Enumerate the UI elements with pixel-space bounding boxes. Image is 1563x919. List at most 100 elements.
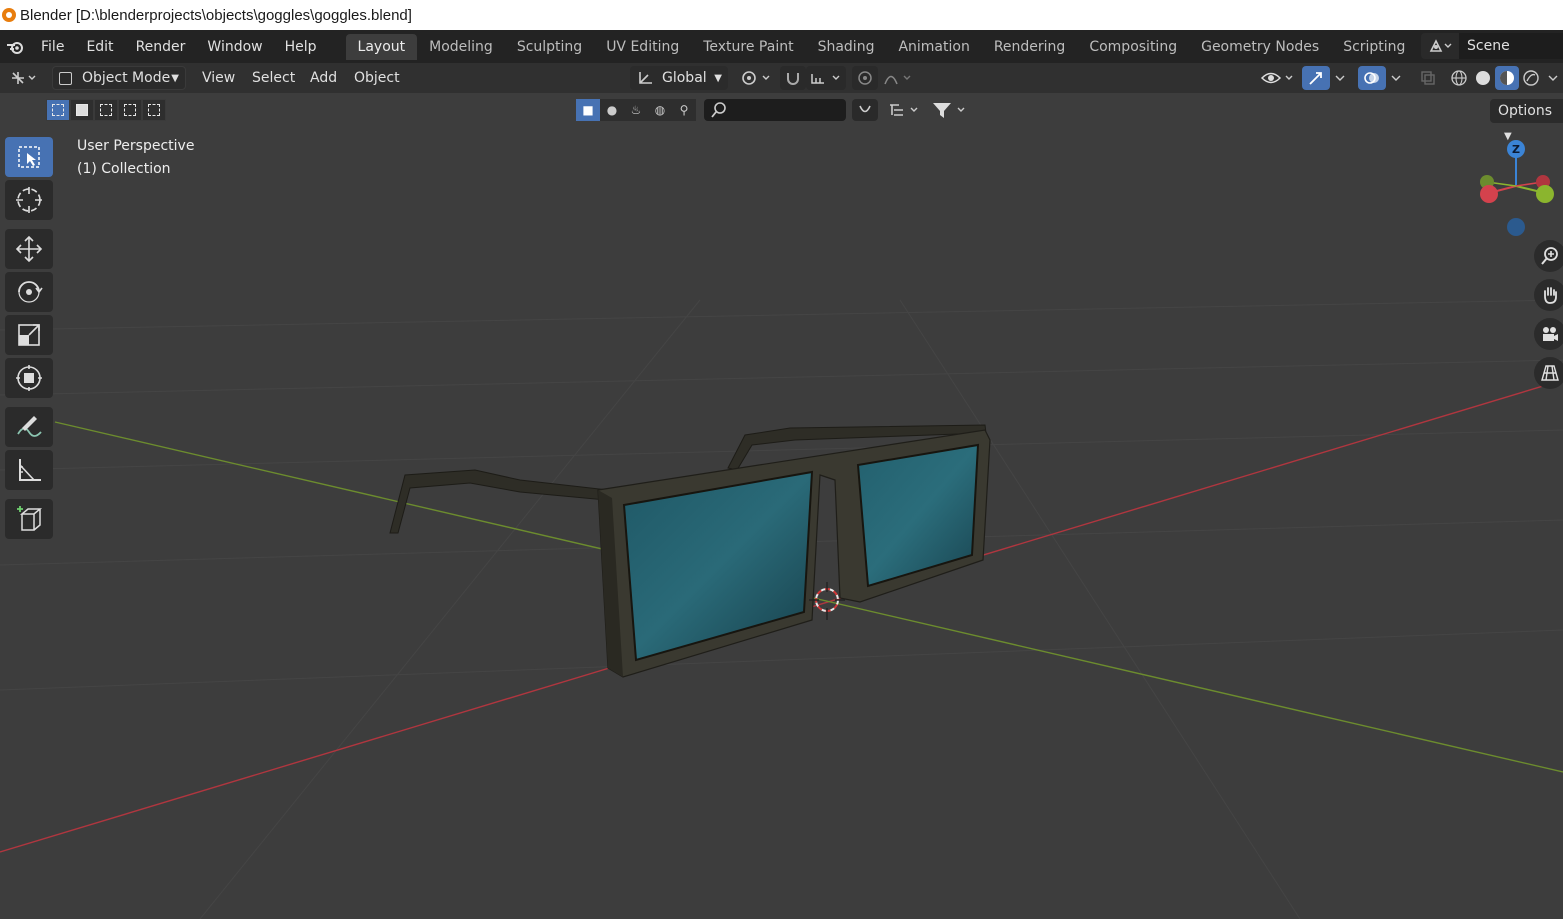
tab-shading[interactable]: Shading xyxy=(806,34,887,60)
transform-icon xyxy=(16,365,42,391)
mode-selector[interactable]: Object Mode ▼ xyxy=(52,66,186,90)
pivot-point-button[interactable] xyxy=(736,66,776,90)
navigation-gizmo[interactable]: Z xyxy=(1474,138,1563,238)
menu-edit[interactable]: Edit xyxy=(75,33,124,61)
search-icon xyxy=(711,101,726,118)
tab-texture-paint[interactable]: Texture Paint xyxy=(691,34,805,60)
perspective-grid-icon[interactable] xyxy=(1534,357,1563,389)
add-cube-icon xyxy=(17,506,43,531)
cursor-tool[interactable] xyxy=(5,180,53,220)
3d-viewport[interactable]: User Perspective (1) Collection xyxy=(0,93,1563,919)
tab-geometry-nodes[interactable]: Geometry Nodes xyxy=(1189,34,1331,60)
zoom-icon[interactable] xyxy=(1534,240,1563,272)
header-menu-view[interactable]: View xyxy=(202,63,235,93)
rendered-shading-icon[interactable] xyxy=(1519,66,1543,90)
tab-animation[interactable]: Animation xyxy=(886,34,981,60)
proportional-editing-icon[interactable] xyxy=(852,66,878,90)
measure-tool[interactable] xyxy=(5,450,53,490)
select-new-icon[interactable] xyxy=(46,99,70,121)
tab-sculpting[interactable]: Sculpting xyxy=(505,34,594,60)
tool-shelf xyxy=(5,137,55,542)
chevron-down-icon[interactable] xyxy=(1386,66,1406,90)
options-button[interactable]: Options ▼ xyxy=(1490,99,1563,142)
mesh-filter-icon[interactable]: ■ xyxy=(576,99,600,121)
move-tool[interactable] xyxy=(5,229,53,269)
gizmo-z-label: Z xyxy=(1512,143,1520,156)
chevron-down-icon: ▼ xyxy=(714,72,722,84)
scene-selector[interactable]: Scene xyxy=(1421,33,1563,59)
select-extend-icon[interactable] xyxy=(70,99,94,121)
wireframe-shading-icon[interactable] xyxy=(1447,66,1471,90)
header-menu-select[interactable]: Select xyxy=(252,63,295,93)
rotate-tool[interactable] xyxy=(5,272,53,312)
transform-orientation-selector[interactable]: Global ▼ xyxy=(630,66,728,90)
menu-help[interactable]: Help xyxy=(274,33,328,61)
snap-toggle-icon[interactable] xyxy=(780,66,806,90)
add-cube-tool[interactable] xyxy=(5,499,53,539)
orientation-label: Global xyxy=(662,70,707,86)
menu-file[interactable]: File xyxy=(30,33,75,61)
mode-label: Object Mode xyxy=(82,70,171,86)
perspective-label: User Perspective xyxy=(77,138,195,154)
workspace-tabs: Layout Modeling Sculpting UV Editing Tex… xyxy=(345,33,1439,61)
visibility-button[interactable] xyxy=(1258,66,1298,90)
move-icon xyxy=(15,235,43,263)
chevron-down-icon[interactable] xyxy=(1544,66,1562,90)
tab-scripting[interactable]: Scripting xyxy=(1331,34,1417,60)
tab-modeling[interactable]: Modeling xyxy=(417,34,505,60)
falloff-button[interactable] xyxy=(880,66,916,90)
window-title: Blender [D:\blenderprojects\objects\gogg… xyxy=(20,6,412,24)
scene-icon[interactable] xyxy=(1421,33,1459,59)
tab-uv-editing[interactable]: UV Editing xyxy=(594,34,691,60)
overlays-toggle-icon[interactable] xyxy=(1358,66,1386,90)
armature-filter-icon[interactable]: ⚲ xyxy=(672,99,696,121)
top-bar: File Edit Render Window Help Layout Mode… xyxy=(0,30,1563,63)
gizmo-y-axis[interactable] xyxy=(1536,185,1554,203)
material-preview-shading-icon[interactable] xyxy=(1495,66,1519,90)
magnet-icon[interactable] xyxy=(852,99,878,121)
scene-name-field[interactable]: Scene xyxy=(1459,33,1563,59)
particles-filter-icon[interactable]: ♨ xyxy=(624,99,648,121)
cursor-icon xyxy=(16,187,42,213)
header-menu-add[interactable]: Add xyxy=(310,63,337,93)
gizmo-toggle-icon[interactable] xyxy=(1302,66,1330,90)
viewport-navigation xyxy=(1534,240,1563,396)
hierarchy-button[interactable] xyxy=(884,99,924,121)
solid-shading-icon[interactable] xyxy=(1471,66,1495,90)
header-menu-object[interactable]: Object xyxy=(354,63,400,93)
tab-rendering[interactable]: Rendering xyxy=(982,34,1078,60)
world-filter-icon[interactable]: ◍ xyxy=(648,99,672,121)
collection-label: (1) Collection xyxy=(77,161,171,177)
gizmo-neg-z-axis[interactable] xyxy=(1507,218,1525,236)
sphere-filter-icon[interactable]: ● xyxy=(600,99,624,121)
scale-icon xyxy=(18,324,40,346)
orientation-icon xyxy=(639,72,652,84)
tab-compositing[interactable]: Compositing xyxy=(1077,34,1189,60)
transform-tool[interactable] xyxy=(5,358,53,398)
tab-layout[interactable]: Layout xyxy=(345,33,418,60)
pan-hand-icon[interactable] xyxy=(1534,279,1563,311)
menu-render[interactable]: Render xyxy=(125,33,197,61)
select-invert-icon[interactable] xyxy=(118,99,142,121)
window-titlebar: Blender [D:\blenderprojects\objects\gogg… xyxy=(0,0,1563,30)
measure-icon xyxy=(19,459,41,481)
scale-tool[interactable] xyxy=(5,315,53,355)
menu-window[interactable]: Window xyxy=(196,33,273,61)
annotate-tool[interactable] xyxy=(5,407,53,447)
select-box-tool[interactable] xyxy=(5,137,53,177)
blender-menu-icon[interactable] xyxy=(0,38,30,56)
camera-icon[interactable] xyxy=(1534,318,1563,350)
editor-type-button[interactable] xyxy=(6,66,44,90)
viewport-scene xyxy=(0,299,1563,919)
select-intersect-icon[interactable] xyxy=(142,99,166,121)
gizmo-x-axis[interactable] xyxy=(1480,185,1498,203)
viewport-subheader: ■ ● ♨ ◍ ⚲ Options ▼ xyxy=(0,93,1563,142)
xray-toggle-icon[interactable] xyxy=(1416,66,1440,90)
filter-funnel-icon[interactable] xyxy=(928,99,972,121)
select-subtract-icon[interactable] xyxy=(94,99,118,121)
blender-logo-icon xyxy=(2,8,16,22)
snap-target-button[interactable] xyxy=(806,66,846,90)
chevron-down-icon[interactable] xyxy=(1330,66,1350,90)
search-input[interactable] xyxy=(704,99,846,121)
select-box-icon xyxy=(18,146,40,168)
